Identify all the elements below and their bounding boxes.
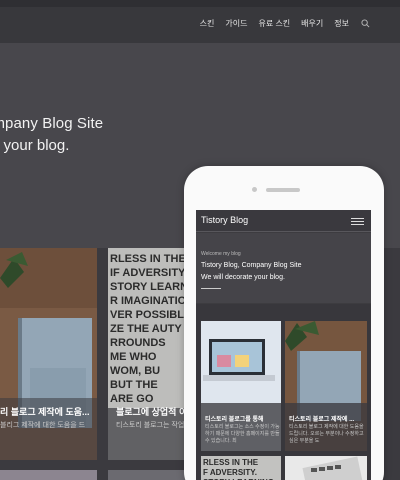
- mobile-welcome-text: Welcome my blog: [201, 251, 241, 257]
- nav-item-paid-skin[interactable]: 유료 스킨: [259, 18, 291, 29]
- svg-text:ME WHO: ME WHO: [110, 351, 157, 363]
- svg-text:RLESS IN THE: RLESS IN THE: [110, 253, 186, 265]
- svg-text:WOM, BU: WOM, BU: [110, 365, 160, 377]
- blog-card-2[interactable]: RLESS IN THE IF ADVERSITY. STORY LEARNIN…: [108, 248, 188, 460]
- mobile-card-4[interactable]: [285, 456, 367, 480]
- nav-item-info[interactable]: 정보: [334, 18, 349, 29]
- mobile-header: Tistory Blog: [196, 210, 371, 232]
- mobile-card-subtitle: 티스토리 블로그 제작에 대한 도움을 드립니다. 오르는 부분이나 수정하고 …: [289, 424, 364, 444]
- card-title: 리 블로그 제작에 도움...: [0, 407, 90, 417]
- blog-card-1[interactable]: 리 블로그 제작에 도움... 블리그 제작에 대한 도움을 드: [0, 248, 97, 460]
- card-title: 블로그에 상업적 이: [116, 407, 188, 417]
- mobile-hero-line1: Tistory Blog, Company Blog Site: [201, 262, 302, 269]
- phone-mockup: Tistory Blog Welcome my blog Tistory Blo…: [184, 166, 384, 480]
- search-icon[interactable]: [361, 19, 370, 28]
- main-nav: 스킨 가이드 유료 스킨 배우기 정보: [200, 18, 370, 29]
- top-navigation-bar: 스킨 가이드 유료 스킨 배우기 정보: [0, 7, 400, 43]
- nav-item-guide[interactable]: 가이드: [225, 18, 247, 29]
- svg-text:R IMAGINATION: R IMAGINATION: [110, 295, 188, 307]
- mobile-card-grid: 티스토리 블로그를 통해 티스토리 블로그는 소스 수정이 가능하기 때문에 다…: [196, 304, 371, 480]
- svg-text:IF ADVERSITY.: IF ADVERSITY.: [110, 267, 187, 279]
- mobile-card-title: 티스토리 블로그 제작에 ...: [289, 417, 355, 423]
- mobile-hero-divider: [201, 288, 221, 289]
- mobile-card-3[interactable]: RLESS IN THE F ADVERSITY. STORY LEARNING…: [201, 456, 281, 480]
- svg-text:F ADVERSITY.: F ADVERSITY.: [203, 468, 257, 477]
- svg-text:STORY LEARNING.: STORY LEARNING.: [110, 281, 188, 293]
- card-subtitle: 티스토리 블로그는 작업: [116, 422, 185, 429]
- blog-card-3[interactable]: [0, 470, 97, 480]
- svg-text:ZE THE AUTY: ZE THE AUTY: [110, 323, 182, 335]
- hero-subline: e your blog.: [0, 137, 70, 154]
- nav-item-skin[interactable]: 스킨: [200, 18, 215, 29]
- mobile-blog-title[interactable]: Tistory Blog: [201, 215, 248, 225]
- mobile-card-subtitle: 티스토리 블로그는 소스 수정이 가능하기 때문에 다양한 홈페이지를 만들 수…: [205, 424, 280, 444]
- svg-text:RLESS IN THE: RLESS IN THE: [203, 458, 259, 467]
- phone-camera: [252, 187, 257, 192]
- phone-speaker: [266, 188, 300, 192]
- svg-text:VER POSSIBLE.: VER POSSIBLE.: [110, 309, 188, 321]
- mobile-hero-line2: We will decorate your blog.: [201, 274, 285, 281]
- nav-item-learn[interactable]: 배우기: [301, 18, 323, 29]
- hero-headline: ompany Blog Site: [0, 115, 104, 132]
- svg-text:BUT THE: BUT THE: [110, 379, 158, 391]
- card-subtitle: 블리그 제작에 대한 도움을 드: [0, 422, 86, 429]
- mobile-card-2[interactable]: 티스토리 블로그 제작에 ... 티스토리 블로그 제작에 대한 도움을 드립니…: [285, 321, 367, 451]
- svg-text:RROUNDS: RROUNDS: [110, 337, 166, 349]
- top-strip: [0, 0, 400, 7]
- keyboard-photo: [285, 456, 367, 480]
- mobile-card-1[interactable]: 티스토리 블로그를 통해 티스토리 블로그는 소스 수정이 가능하기 때문에 다…: [201, 321, 281, 451]
- hamburger-menu-icon[interactable]: [351, 218, 364, 225]
- blog-card-4[interactable]: [108, 470, 188, 480]
- typography-poster-photo: RLESS IN THE F ADVERSITY. STORY LEARNING…: [201, 456, 281, 480]
- mobile-card-title: 티스토리 블로그를 통해: [205, 417, 264, 423]
- svg-text:ARE GO: ARE GO: [110, 393, 154, 405]
- phone-screen: Tistory Blog Welcome my blog Tistory Blo…: [196, 210, 371, 480]
- mobile-hero: Welcome my blog Tistory Blog, Company Bl…: [196, 233, 371, 303]
